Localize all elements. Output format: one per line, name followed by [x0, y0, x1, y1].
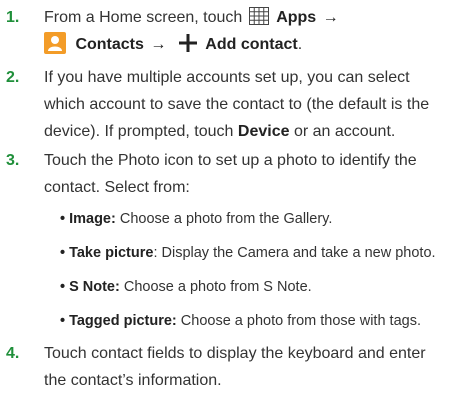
step-text: Touch the Photo icon to set up a photo t…: [44, 152, 417, 169]
list-item: • Image: Choose a photo from the Gallery.: [60, 202, 466, 236]
step-1-line-2: Contacts → Add contact.: [44, 31, 466, 58]
list-item: • S Note: Choose a photo from S Note.: [60, 270, 466, 304]
option-text: Choose a photo from the Gallery.: [119, 211, 333, 227]
step-number: 1.: [6, 9, 20, 26]
step-text: which account to save the contact to (th…: [44, 96, 430, 113]
arrow: →: [322, 9, 339, 26]
option-label: Take picture: [69, 245, 154, 261]
step-body: Touch the Photo icon to set up a photo t…: [44, 147, 466, 201]
bullet: •: [60, 245, 66, 261]
photo-options-list: • Image: Choose a photo from the Gallery.…: [60, 202, 466, 338]
period: .: [297, 36, 303, 53]
step-text: device). If prompted, touch: [44, 123, 234, 140]
step-2-line-3: device). If prompted, touch Device or an…: [44, 118, 466, 145]
step-number: 4.: [6, 345, 20, 362]
step-body: Touch contact fields to display the keyb…: [44, 340, 466, 394]
arrow: →: [150, 36, 167, 53]
bullet: •: [60, 211, 66, 227]
plus-icon: [178, 34, 197, 52]
option-text: Choose a photo from those with tags.: [180, 313, 421, 329]
device-label: Device: [237, 123, 290, 140]
step-body: From a Home screen, touch Apps → Contact…: [44, 4, 466, 58]
step-text: Touch contact fields to display the keyb…: [44, 345, 426, 362]
contacts-icon: [44, 32, 66, 54]
option-label: Image:: [69, 211, 116, 227]
step-text: or an account.: [293, 123, 396, 140]
step-text: the contact’s information.: [44, 372, 222, 389]
option-label: S Note:: [69, 279, 120, 295]
step-body: If you have multiple accounts set up, yo…: [44, 64, 466, 145]
step-text: If you have multiple accounts set up, yo…: [44, 69, 410, 86]
contacts-label: Contacts: [75, 36, 144, 53]
option-text: : Display the Camera and take a new phot…: [153, 245, 436, 261]
apps-grid-icon: [248, 7, 269, 25]
step-number: 2.: [6, 69, 20, 86]
step-text: contact. Select from:: [44, 179, 190, 196]
list-item: • Take picture: Display the Camera and ta…: [60, 236, 466, 270]
step-1-line-1: From a Home screen, touch Apps →: [44, 4, 466, 31]
apps-label: Apps: [276, 9, 317, 26]
option-text: Choose a photo from S Note.: [123, 279, 312, 295]
add-contact-label: Add contact: [205, 36, 298, 53]
step-number: 3.: [6, 152, 20, 169]
bullet: •: [60, 313, 66, 329]
bullet: •: [60, 279, 66, 295]
step-text: From a Home screen, touch: [44, 9, 243, 26]
option-label: Tagged picture:: [69, 313, 177, 329]
list-item: • Tagged picture: Choose a photo from tho…: [60, 304, 466, 338]
